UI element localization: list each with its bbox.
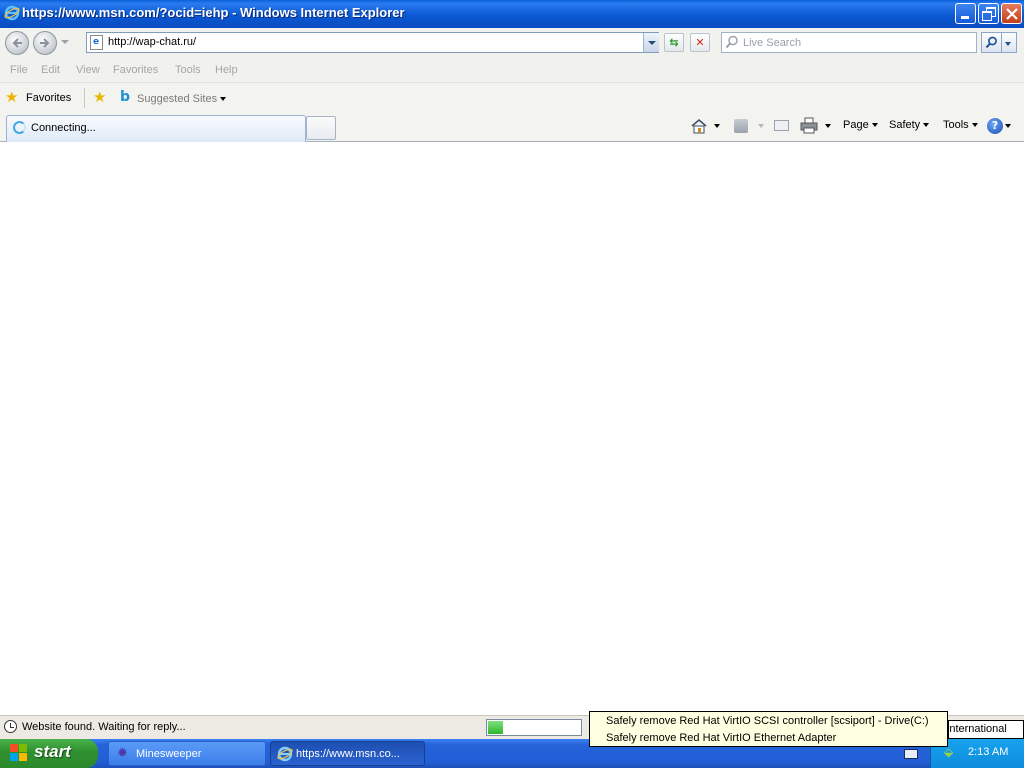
help-dropdown-icon[interactable] <box>1005 124 1011 128</box>
new-tab-button[interactable] <box>306 116 336 140</box>
home-dropdown-icon[interactable] <box>714 124 720 128</box>
refresh-icon: ⇆ <box>669 36 679 49</box>
feeds-dropdown-icon <box>758 124 764 128</box>
restore-button[interactable] <box>978 3 999 24</box>
mine-icon: ✹ <box>117 745 128 760</box>
taskbar-internet-explorer[interactable]: https://www.msn.co... <box>270 741 425 766</box>
minimize-icon <box>961 16 969 19</box>
taskbar-minesweeper[interactable]: ✹ Minesweeper <box>108 741 266 766</box>
print-icon[interactable] <box>800 117 818 134</box>
keyboard-icon[interactable] <box>904 749 918 759</box>
recent-pages-dropdown-icon[interactable] <box>61 40 69 44</box>
address-input[interactable]: http://wap-chat.ru/ <box>108 36 196 48</box>
window-title: https://www.msn.com/?ocid=iehp - Windows… <box>22 5 405 20</box>
stop-icon: ✕ <box>695 36 705 49</box>
minimize-button[interactable] <box>955 3 976 24</box>
page-menu-button[interactable]: Page <box>843 119 878 131</box>
home-icon[interactable] <box>690 118 708 134</box>
bing-icon: b <box>120 89 131 105</box>
menu-help[interactable]: Help <box>215 64 238 76</box>
language-label: es-International <box>950 723 1007 735</box>
menu-favorites[interactable]: Favorites <box>113 64 158 76</box>
menu-tools[interactable]: Tools <box>175 64 201 76</box>
address-dropdown-button[interactable] <box>643 33 659 52</box>
tab-title: Connecting... <box>31 122 96 134</box>
search-icon <box>725 35 738 49</box>
chevron-down-icon <box>1005 42 1011 46</box>
help-icon[interactable]: ? <box>987 118 1003 134</box>
status-text: Website found. Waiting for reply... <box>22 721 186 733</box>
close-icon <box>1006 8 1018 20</box>
back-button[interactable] <box>5 31 29 55</box>
back-arrow-icon <box>12 38 22 48</box>
loading-spinner-icon <box>13 121 26 134</box>
print-dropdown-icon[interactable] <box>825 124 831 128</box>
refresh-button[interactable]: ⇆ <box>664 33 684 52</box>
menu-edit[interactable]: Edit <box>41 64 60 76</box>
menu-file[interactable]: File <box>10 64 28 76</box>
tools-menu-button[interactable]: Tools <box>943 119 978 131</box>
safely-remove-hardware-icon[interactable]: ⬙ <box>944 745 953 759</box>
feeds-icon[interactable] <box>734 119 748 133</box>
forward-arrow-icon <box>40 38 50 48</box>
stop-button[interactable]: ✕ <box>690 33 710 52</box>
chevron-down-icon <box>648 41 656 45</box>
taskbar-minesweeper-label: Minesweeper <box>136 748 202 760</box>
add-to-favorites-icon[interactable]: ★ <box>93 89 106 105</box>
mail-icon[interactable] <box>774 120 789 131</box>
favorites-divider <box>84 88 85 108</box>
ie-icon <box>277 746 293 762</box>
restore-front-icon <box>982 11 992 21</box>
favorites-button[interactable]: Favorites <box>26 92 71 104</box>
ie-logo-icon <box>4 5 20 21</box>
menu-view[interactable]: View <box>76 64 100 76</box>
close-window-button[interactable] <box>1001 3 1022 24</box>
tooltip-line-scsi: Safely remove Red Hat VirtIO SCSI contro… <box>606 715 929 727</box>
search-options-button[interactable] <box>1002 32 1017 53</box>
safety-menu-button[interactable]: Safety <box>889 119 930 131</box>
favorites-star-icon: ★ <box>5 88 19 106</box>
chevron-down-icon <box>220 97 227 102</box>
tooltip-line-ethernet: Safely remove Red Hat VirtIO Ethernet Ad… <box>606 732 837 744</box>
suggested-sites-link[interactable]: Suggested Sites <box>137 93 227 105</box>
chevron-down-icon <box>923 123 930 128</box>
clock[interactable]: 2:13 AM <box>968 746 1008 758</box>
magnifier-icon <box>985 36 997 49</box>
search-button[interactable] <box>981 32 1002 53</box>
start-label: start <box>34 742 71 761</box>
page-icon: e <box>90 35 103 50</box>
page-content[interactable] <box>0 142 1024 715</box>
search-placeholder: Live Search <box>743 37 802 49</box>
forward-button[interactable] <box>33 31 57 55</box>
chevron-down-icon <box>971 123 978 128</box>
progress-fill <box>488 721 503 734</box>
taskbar-ie-label: https://www.msn.co... <box>296 748 400 760</box>
clock-status-icon <box>4 720 17 733</box>
chevron-down-icon <box>871 123 878 128</box>
windows-logo-icon <box>10 744 28 762</box>
